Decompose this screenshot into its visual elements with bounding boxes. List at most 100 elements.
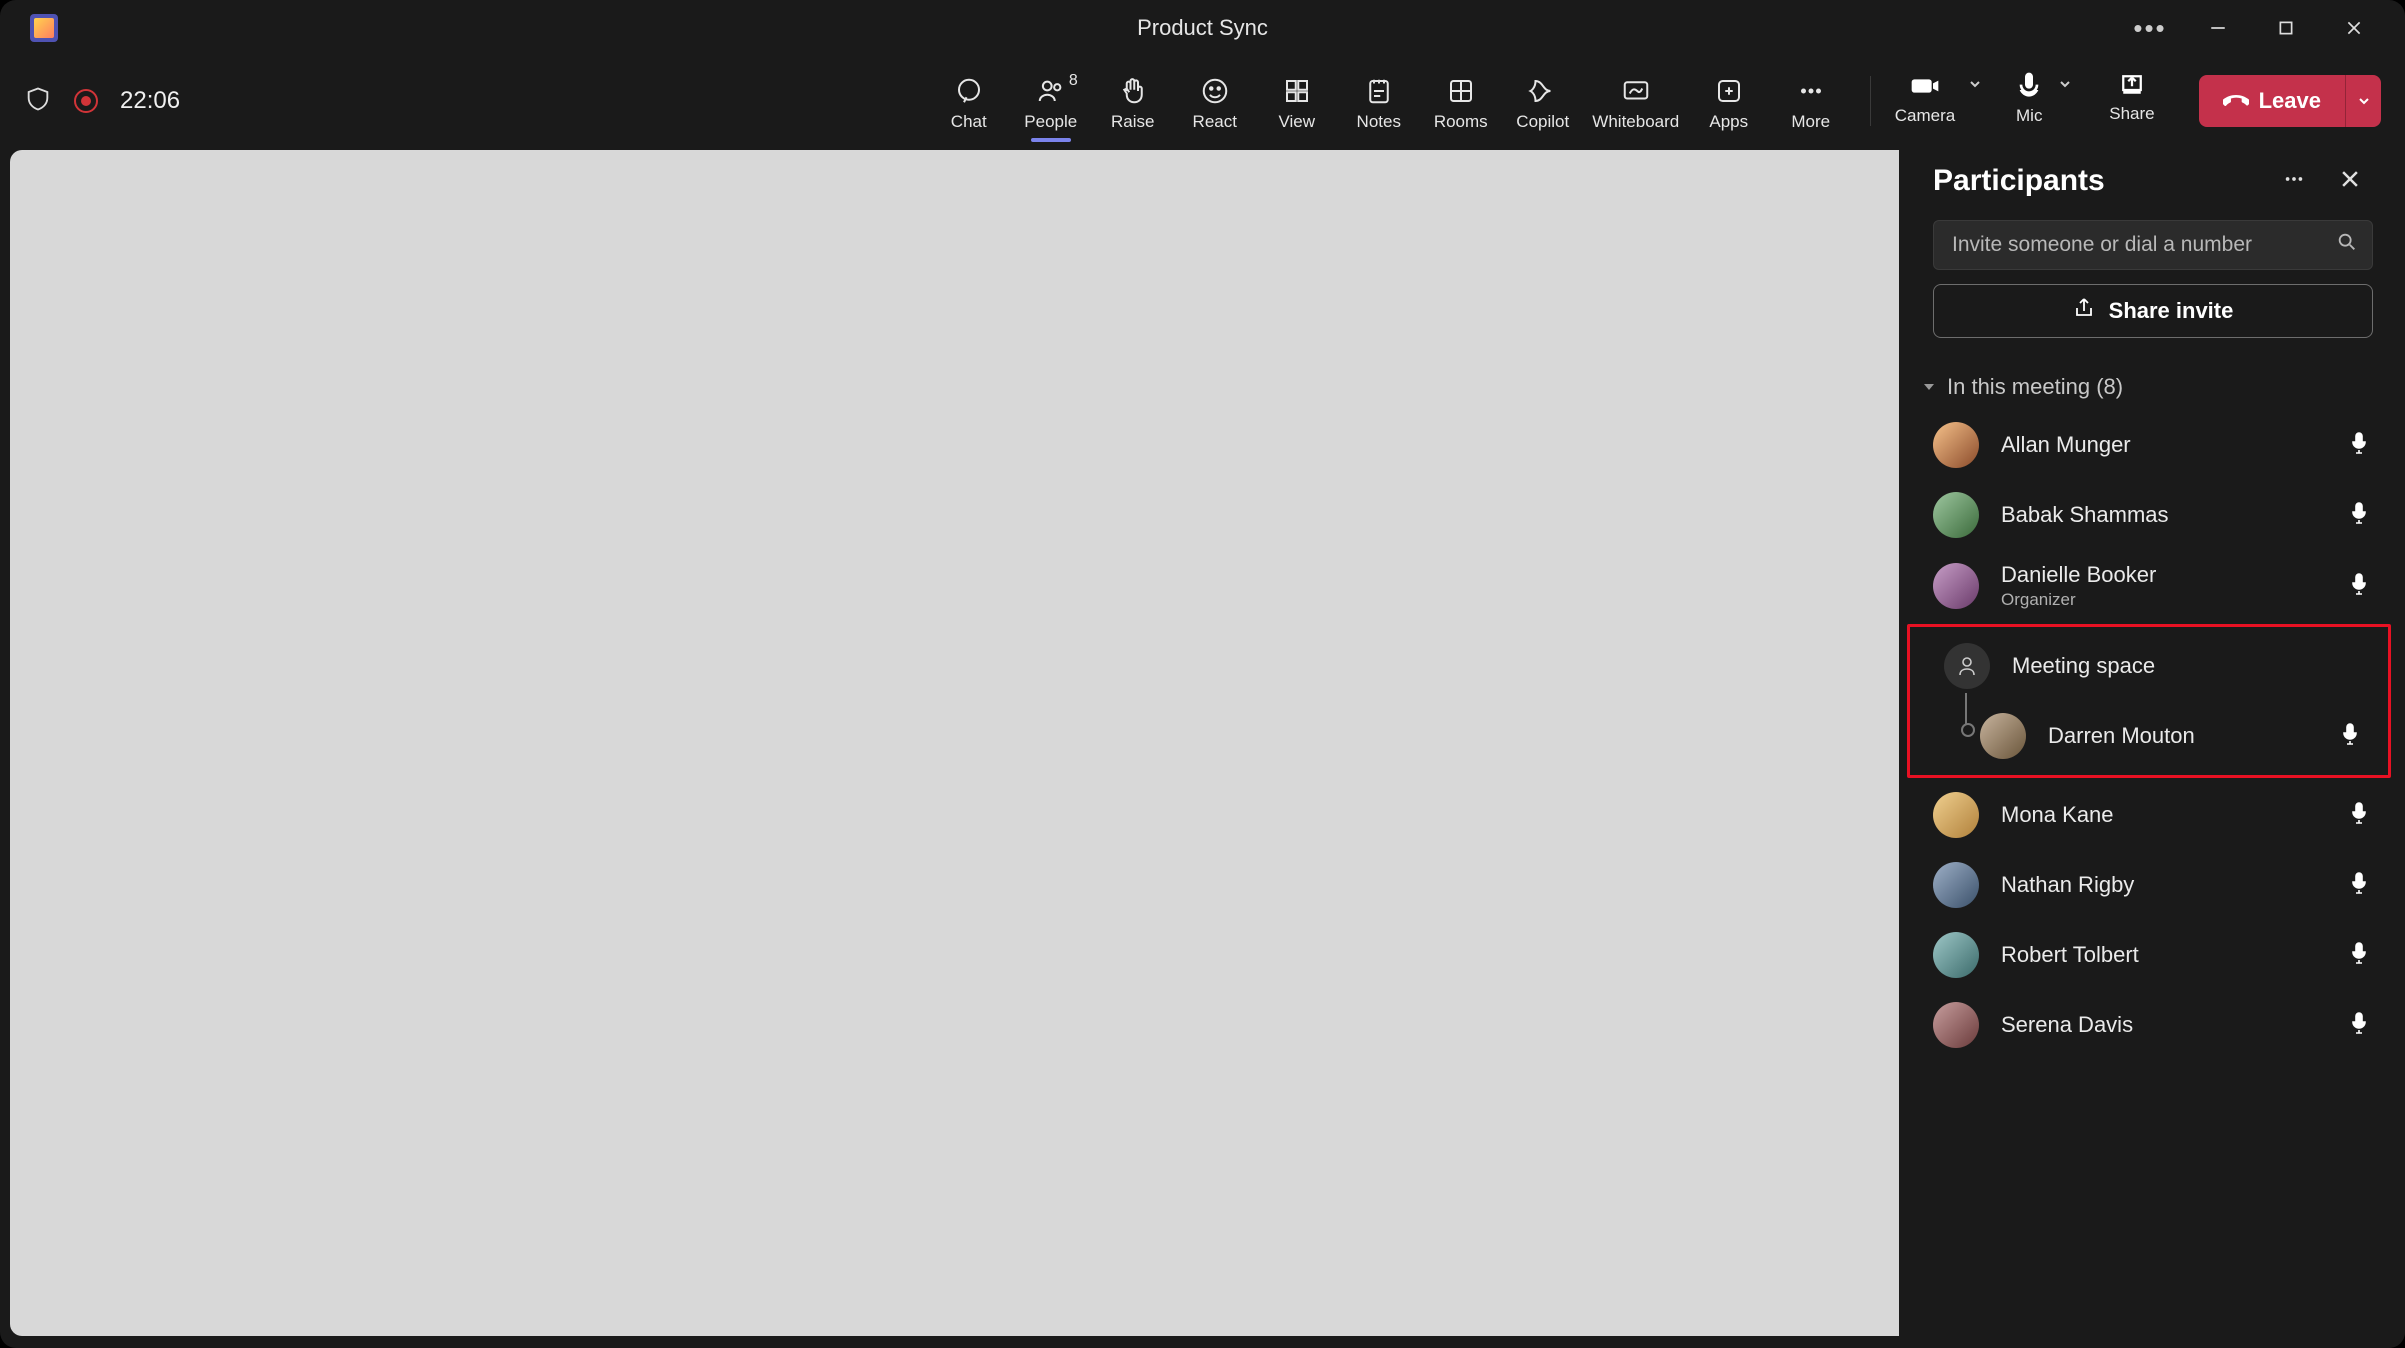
- camera-label: Camera: [1895, 106, 1955, 126]
- react-label: React: [1193, 112, 1237, 132]
- rooms-label: Rooms: [1434, 112, 1488, 132]
- window-title: Product Sync: [1137, 15, 1268, 41]
- app-logo-icon: [30, 14, 58, 42]
- leave-options-button[interactable]: [2345, 75, 2381, 127]
- mic-options-chevron-icon[interactable]: [2051, 70, 2079, 98]
- room-row[interactable]: Meeting space: [1910, 631, 2388, 701]
- camera-options-chevron-icon[interactable]: [1961, 70, 1989, 98]
- minimize-button[interactable]: [2199, 9, 2237, 47]
- view-label: View: [1278, 112, 1315, 132]
- meeting-toolbar: 22:06 Chat 8 People Raise React V: [0, 56, 2405, 146]
- meeting-stage: [10, 150, 1899, 1336]
- participant-row[interactable]: Babak Shammas: [1899, 480, 2397, 550]
- panel-more-icon[interactable]: [2283, 168, 2305, 195]
- avatar: [1933, 422, 1979, 468]
- search-icon: [2336, 231, 2358, 259]
- share-button[interactable]: Share: [2097, 70, 2166, 124]
- mic-icon[interactable]: [2347, 572, 2371, 601]
- notes-button[interactable]: Notes: [1338, 70, 1420, 132]
- apps-button[interactable]: Apps: [1688, 70, 1770, 132]
- mic-label: Mic: [2016, 106, 2042, 126]
- share-invite-icon: [2073, 296, 2097, 326]
- people-count-badge: 8: [1069, 72, 1078, 90]
- room-member-row[interactable]: Darren Mouton: [1910, 701, 2388, 771]
- share-invite-button[interactable]: Share invite: [1933, 284, 2373, 338]
- leave-button[interactable]: Leave: [2199, 75, 2345, 127]
- mic-button[interactable]: Mic: [2007, 70, 2051, 126]
- room-avatar-icon: [1944, 643, 1990, 689]
- participant-row[interactable]: Serena Davis: [1899, 990, 2397, 1060]
- mic-icon[interactable]: [2347, 941, 2371, 970]
- recording-indicator-icon[interactable]: [74, 89, 98, 113]
- participant-name: Darren Mouton: [2048, 723, 2195, 749]
- leave-phone-icon: [2223, 88, 2249, 114]
- participant-name: Danielle Booker: [2001, 562, 2156, 588]
- share-invite-label: Share invite: [2109, 298, 2234, 324]
- highlighted-room-group: Meeting space Darren Mouton: [1907, 624, 2391, 778]
- title-bar: Product Sync •••: [0, 0, 2405, 56]
- avatar: [1933, 563, 1979, 609]
- section-in-meeting[interactable]: In this meeting (8): [1899, 338, 2397, 410]
- participant-row[interactable]: Robert Tolbert: [1899, 920, 2397, 990]
- chat-label: Chat: [951, 112, 987, 132]
- camera-button[interactable]: Camera: [1889, 70, 1961, 126]
- notes-label: Notes: [1357, 112, 1401, 132]
- whiteboard-button[interactable]: Whiteboard: [1584, 70, 1688, 132]
- share-label: Share: [2109, 104, 2154, 124]
- participant-row[interactable]: Nathan Rigby: [1899, 850, 2397, 920]
- raise-hand-button[interactable]: Raise: [1092, 70, 1174, 132]
- participant-name: Allan Munger: [2001, 432, 2131, 458]
- shield-icon[interactable]: [24, 85, 52, 118]
- meeting-elapsed-time: 22:06: [120, 87, 180, 115]
- avatar: [1933, 862, 1979, 908]
- avatar: [1933, 492, 1979, 538]
- panel-close-icon[interactable]: [2339, 168, 2361, 195]
- section-label-text: In this meeting (8): [1947, 374, 2123, 400]
- people-label: People: [1024, 112, 1077, 132]
- avatar: [1933, 792, 1979, 838]
- mic-icon[interactable]: [2347, 431, 2371, 460]
- panel-header: Participants: [1899, 146, 2397, 212]
- copilot-button[interactable]: Copilot: [1502, 70, 1584, 132]
- maximize-button[interactable]: [2267, 9, 2305, 47]
- participant-name: Nathan Rigby: [2001, 872, 2134, 898]
- view-button[interactable]: View: [1256, 70, 1338, 132]
- participant-name: Babak Shammas: [2001, 502, 2169, 528]
- participant-name: Serena Davis: [2001, 1012, 2133, 1038]
- panel-title: Participants: [1933, 164, 2105, 198]
- raise-label: Raise: [1111, 112, 1154, 132]
- chat-button[interactable]: Chat: [928, 70, 1010, 132]
- mic-icon[interactable]: [2347, 801, 2371, 830]
- apps-label: Apps: [1709, 112, 1748, 132]
- rooms-button[interactable]: Rooms: [1420, 70, 1502, 132]
- meeting-window: Product Sync ••• 22:06 Chat: [0, 0, 2405, 1348]
- chevron-down-icon: [1921, 379, 1937, 395]
- mic-icon[interactable]: [2347, 1011, 2371, 1040]
- react-button[interactable]: React: [1174, 70, 1256, 132]
- participant-name: Mona Kane: [2001, 802, 2114, 828]
- participant-row[interactable]: Mona Kane: [1899, 780, 2397, 850]
- invite-input[interactable]: Invite someone or dial a number: [1933, 220, 2373, 270]
- titlebar-controls: •••: [2131, 9, 2397, 47]
- more-button[interactable]: More: [1770, 70, 1852, 132]
- close-button[interactable]: [2335, 9, 2373, 47]
- toolbar-separator: [1870, 76, 1871, 126]
- main-area: Participants Invite someone or dial a nu…: [0, 146, 2405, 1348]
- leave-label: Leave: [2259, 88, 2321, 114]
- leave-button-group: Leave: [2199, 75, 2381, 127]
- mic-icon[interactable]: [2347, 501, 2371, 530]
- avatar: [1933, 932, 1979, 978]
- mic-icon[interactable]: [2347, 871, 2371, 900]
- room-name: Meeting space: [2012, 653, 2155, 679]
- invite-placeholder: Invite someone or dial a number: [1952, 233, 2252, 257]
- more-options-icon[interactable]: •••: [2131, 9, 2169, 47]
- copilot-label: Copilot: [1516, 112, 1569, 132]
- participants-list: Allan Munger Babak Shammas Danielle Book…: [1899, 410, 2397, 1060]
- avatar: [1933, 1002, 1979, 1048]
- more-label: More: [1791, 112, 1830, 132]
- people-button[interactable]: 8 People: [1010, 70, 1092, 132]
- participant-row[interactable]: Allan Munger: [1899, 410, 2397, 480]
- participant-row[interactable]: Danielle Booker Organizer: [1899, 550, 2397, 622]
- participant-name: Robert Tolbert: [2001, 942, 2139, 968]
- mic-icon[interactable]: [2338, 722, 2362, 751]
